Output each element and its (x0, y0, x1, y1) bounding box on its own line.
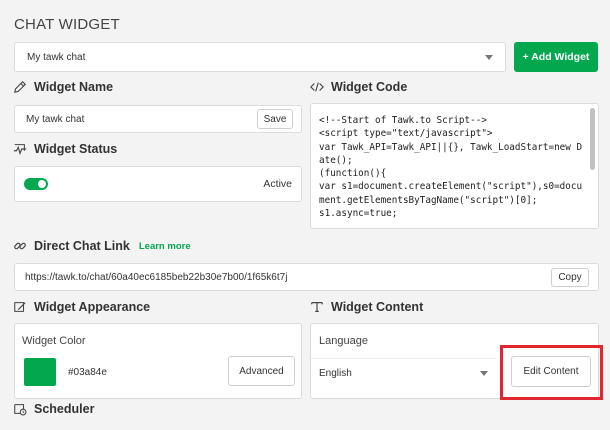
status-label: Active (263, 178, 292, 190)
edit-content-button[interactable]: Edit Content (511, 356, 591, 387)
chevron-down-icon (485, 54, 493, 60)
language-label: Language (319, 335, 368, 347)
code-icon (310, 82, 324, 92)
clock-calendar-icon (14, 404, 27, 416)
widget-name-heading-label: Widget Name (34, 80, 114, 94)
color-swatch[interactable] (24, 358, 56, 386)
chat-link-input[interactable]: https://tawk.to/chat/60a40ec6185beb22b30… (14, 263, 599, 291)
widget-name-heading: Widget Name (13, 80, 113, 94)
status-toggle[interactable] (24, 178, 48, 190)
widget-code-box[interactable]: <!--Start of Tawk.to Script--> <script t… (310, 103, 599, 229)
widget-status-box: Active (14, 166, 302, 202)
copy-button[interactable]: Copy (551, 268, 589, 287)
save-button[interactable]: Save (257, 109, 293, 129)
page-title: CHAT WIDGET (14, 16, 120, 33)
widget-code-heading: Widget Code (310, 80, 407, 94)
scheduler-heading-label: Scheduler (34, 402, 95, 416)
pencil-icon (13, 80, 27, 94)
widget-select-value: My tawk chat (27, 51, 86, 63)
add-widget-button[interactable]: + Add Widget (514, 42, 598, 72)
widget-select[interactable]: My tawk chat (14, 42, 506, 72)
learn-more-link[interactable]: Learn more (139, 241, 191, 252)
widget-status-heading-label: Widget Status (34, 142, 118, 156)
pulse-icon (13, 144, 27, 156)
widget-status-heading: Widget Status (13, 142, 117, 156)
advanced-button[interactable]: Advanced (228, 356, 295, 386)
widget-color-label: Widget Color (22, 335, 86, 347)
direct-chat-link-heading-label: Direct Chat Link (34, 239, 130, 253)
text-format-icon (311, 302, 323, 312)
widget-content-heading: Widget Content (310, 300, 423, 314)
widget-appearance-heading-label: Widget Appearance (34, 300, 151, 314)
color-hex-value: #03a84e (68, 367, 107, 378)
language-select[interactable]: English (311, 358, 497, 388)
chevron-down-icon (480, 371, 488, 376)
link-icon (14, 242, 26, 250)
brush-icon (14, 302, 26, 312)
code-scrollbar[interactable] (590, 108, 595, 170)
widget-name-value: My tawk chat (26, 113, 85, 125)
chat-link-url: https://tawk.to/chat/60a40ec6185beb22b30… (25, 271, 288, 283)
language-value: English (319, 368, 352, 379)
widget-content-heading-label: Widget Content (331, 300, 424, 314)
widget-code-text: <!--Start of Tawk.to Script--> <script t… (319, 115, 583, 220)
widget-code-heading-label: Widget Code (331, 80, 408, 94)
toggle-knob (38, 180, 46, 188)
direct-chat-link-heading: Direct Chat Link Learn more (13, 239, 191, 253)
widget-appearance-box: Widget Color #03a84e Advanced (14, 323, 302, 399)
widget-appearance-heading: Widget Appearance (13, 300, 150, 314)
scheduler-heading: Scheduler (13, 402, 94, 416)
